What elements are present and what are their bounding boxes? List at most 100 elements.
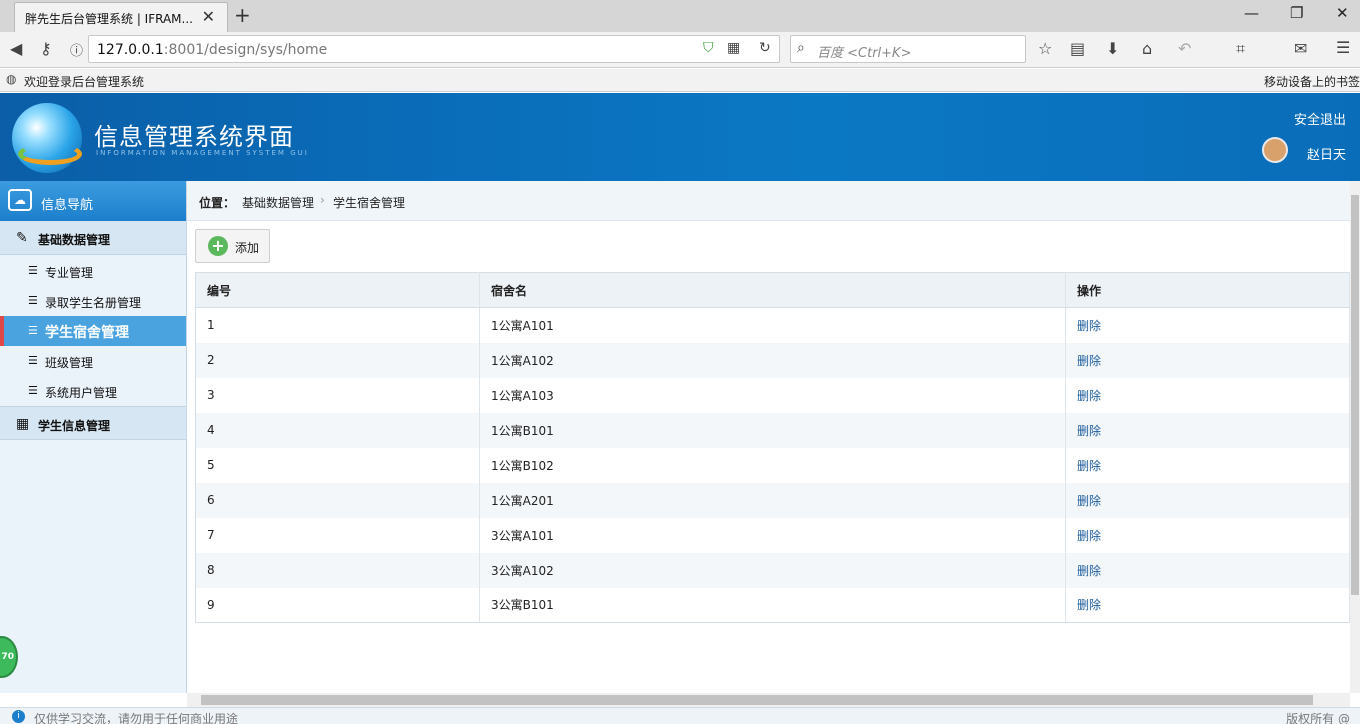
cloud-icon: ☁ — [8, 189, 32, 211]
plus-icon: + — [208, 236, 228, 256]
delete-link[interactable]: 删除 — [1077, 354, 1101, 368]
edit-icon: ✎ — [16, 230, 28, 246]
add-button[interactable]: + 添加 — [195, 229, 270, 263]
user-avatar-icon — [1262, 137, 1288, 163]
cell-name: 3公寓A102 — [479, 552, 1066, 588]
cell-name: 1公寓A103 — [479, 377, 1066, 413]
table-row: 2 1公寓A102 删除 — [195, 342, 1350, 378]
list-icon: ☰ — [28, 264, 38, 277]
menu-icon[interactable]: ☰ — [1336, 38, 1350, 57]
table-row: 3 1公寓A103 删除 — [195, 377, 1350, 413]
list-icon: ☰ — [28, 324, 38, 337]
url-bar[interactable]: 127.0.0.1:8001/design/sys/home ⛉ ▦ ↻ — [88, 35, 780, 63]
close-tab-icon[interactable]: ✕ — [202, 7, 215, 26]
browser-tab[interactable]: 胖先生后台管理系统 | IFRAM... ✕ — [14, 2, 228, 32]
reading-list-icon[interactable]: ▤ — [1070, 39, 1085, 58]
delete-link[interactable]: 删除 — [1077, 529, 1101, 543]
list-icon: ☰ — [28, 384, 38, 397]
sidebar-group-student-info[interactable]: ▦ 学生信息管理 — [0, 406, 186, 440]
sidebar-group-label: 基础数据管理 — [38, 233, 111, 247]
nav-title: 信息导航 — [41, 198, 94, 213]
mobile-bookmarks[interactable]: 移动设备上的书签 — [1264, 73, 1360, 90]
sidebar-item-enrolled-roster[interactable]: ☰ 录取学生名册管理 — [0, 286, 186, 316]
sidebar-item-label: 专业管理 — [45, 266, 94, 280]
back-icon[interactable]: ◀ — [10, 39, 22, 58]
table-row: 1 1公寓A101 删除 — [195, 307, 1350, 343]
delete-link[interactable]: 删除 — [1077, 598, 1101, 612]
delete-link[interactable]: 删除 — [1077, 389, 1101, 403]
cell-name: 3公寓A101 — [479, 517, 1066, 553]
cell-id: 7 — [195, 517, 480, 553]
cell-id: 6 — [195, 482, 480, 518]
sidebar-group-label: 学生信息管理 — [38, 419, 111, 433]
cell-name: 1公寓B101 — [479, 412, 1066, 448]
minimize-icon[interactable]: — — [1244, 4, 1259, 22]
browser-navbar: ◀ ⚷ ⓘ 127.0.0.1:8001/design/sys/home ⛉ ▦… — [0, 32, 1360, 68]
sidebar-item-label: 录取学生名册管理 — [45, 296, 142, 310]
search-box[interactable]: ⌕ 百度 <Ctrl+K> — [790, 35, 1026, 63]
sidebar-item-label: 班级管理 — [45, 356, 94, 370]
calendar-icon: ▦ — [16, 416, 30, 432]
qr-code-icon[interactable]: ▦ — [727, 40, 740, 56]
close-window-icon[interactable]: ✕ — [1336, 4, 1349, 22]
new-tab-icon[interactable]: + — [234, 3, 251, 27]
sidebar-item-class[interactable]: ☰ 班级管理 — [0, 346, 186, 376]
key-icon[interactable]: ⚷ — [40, 39, 52, 58]
table-row: 8 3公寓A102 删除 — [195, 552, 1350, 588]
search-icon: ⌕ — [797, 40, 805, 56]
dormitory-table: 编号 宿舍名 操作 1 1公寓A101 删除 2 1公寓A102 删除 3 1公寓A103… — [195, 272, 1350, 623]
crop-icon[interactable]: ⌗ — [1236, 39, 1245, 59]
chat-icon[interactable]: ✉ — [1294, 39, 1307, 58]
url-path: :8001/design/sys/home — [163, 42, 328, 58]
breadcrumb-current: 学生宿舍管理 — [333, 196, 406, 210]
sidebar-item-dormitory[interactable]: ☰ 学生宿舍管理 — [0, 316, 186, 346]
reload-icon[interactable]: ↻ — [759, 40, 771, 56]
nav-header: ☁ 信息导航 — [0, 181, 186, 221]
sidebar-item-major[interactable]: ☰ 专业管理 — [0, 256, 186, 286]
star-icon[interactable]: ☆ — [1038, 39, 1052, 58]
breadcrumb-parent[interactable]: 基础数据管理 — [242, 194, 314, 211]
vertical-scroll-thumb[interactable] — [1351, 195, 1359, 595]
horizontal-scroll-thumb[interactable] — [201, 695, 1313, 705]
sidebar-group-basic-data[interactable]: ✎ 基础数据管理 — [0, 221, 186, 255]
restore-icon[interactable]: ❐ — [1290, 4, 1303, 22]
list-icon: ☰ — [28, 294, 38, 307]
bookmark-welcome[interactable]: 欢迎登录后台管理系统 — [24, 73, 144, 90]
download-icon[interactable]: ⬇ — [1106, 39, 1119, 58]
tab-title: 胖先生后台管理系统 | IFRAM... — [25, 12, 193, 26]
bookmark-bar: ◍ 欢迎登录后台管理系统 移动设备上的书签 — [0, 69, 1360, 92]
sidebar-item-label: 系统用户管理 — [45, 386, 118, 400]
shield-icon[interactable]: ⛉ — [703, 40, 714, 56]
footer-copyright: 版权所有 @ — [1286, 712, 1350, 724]
sidebar-item-label: 学生宿舍管理 — [45, 325, 129, 341]
delete-link[interactable]: 删除 — [1077, 424, 1101, 438]
delete-link[interactable]: 删除 — [1077, 564, 1101, 578]
info-icon: i — [12, 710, 25, 723]
table-row: 7 3公寓A101 删除 — [195, 517, 1350, 553]
footer-notice: 仅供学习交流，请勿用于任何商业用途 — [34, 712, 239, 724]
delete-link[interactable]: 删除 — [1077, 319, 1101, 333]
column-header-name: 宿舍名 — [479, 272, 1066, 308]
main-content: 位置： 基础数据管理 › 学生宿舍管理 + 添加 编号 宿舍名 操作 1 1公寓A… — [187, 181, 1350, 693]
app-subtitle: INFORMATION MANAGEMENT SYSTEM GUI — [96, 149, 309, 157]
logout-link[interactable]: 安全退出 — [1294, 109, 1346, 128]
info-icon[interactable]: ⓘ — [70, 40, 83, 59]
breadcrumb-separator-icon: › — [320, 193, 325, 207]
delete-link[interactable]: 删除 — [1077, 459, 1101, 473]
vertical-scrollbar[interactable] — [1350, 181, 1360, 693]
cell-name: 1公寓A102 — [479, 342, 1066, 378]
delete-link[interactable]: 删除 — [1077, 494, 1101, 508]
cell-name: 1公寓B102 — [479, 447, 1066, 483]
sidebar-item-system-users[interactable]: ☰ 系统用户管理 — [0, 376, 186, 406]
undo-icon[interactable]: ↶ — [1178, 39, 1191, 58]
horizontal-scrollbar[interactable] — [187, 693, 1350, 707]
sidebar: ☁ 信息导航 ✎ 基础数据管理 ☰ 专业管理 ☰ 录取学生名册管理 ☰ 学生宿舍… — [0, 181, 187, 693]
url-host: 127.0.0.1 — [97, 42, 164, 58]
browser-titlebar: 胖先生后台管理系统 | IFRAM... ✕ + — ❐ ✕ — [0, 0, 1360, 32]
footer: i 仅供学习交流，请勿用于任何商业用途 版权所有 @ — [0, 707, 1360, 724]
table-row: 4 1公寓B101 删除 — [195, 412, 1350, 448]
home-icon[interactable]: ⌂ — [1142, 39, 1152, 58]
app-header: 信息管理系统界面 INFORMATION MANAGEMENT SYSTEM G… — [0, 93, 1360, 181]
column-header-action: 操作 — [1065, 272, 1350, 308]
username: 赵日天 — [1306, 148, 1346, 163]
